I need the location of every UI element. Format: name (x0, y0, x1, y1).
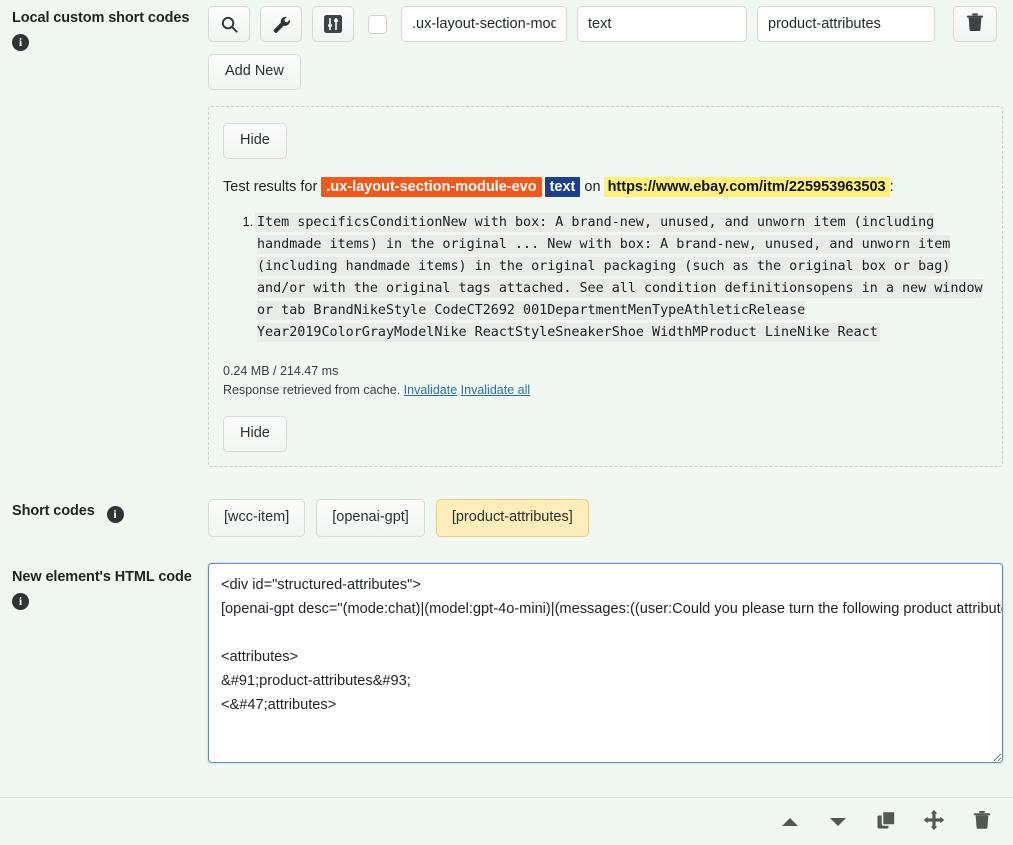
result-item-text: Item specificsConditionNew with box: A b… (257, 215, 983, 341)
size-and-time: 0.24 MB / 214.47 ms (223, 364, 339, 379)
test-results-on: on (584, 178, 601, 195)
test-results-colon: : (889, 178, 894, 195)
html-code-content (208, 563, 1013, 766)
short-code-openai-gpt[interactable]: [openai-gpt] (316, 499, 425, 538)
cache-line: Response retrieved from cache. Invalidat… (223, 381, 988, 400)
short-codes-label: Short codes (12, 503, 95, 520)
sliders-icon-button[interactable] (312, 6, 354, 42)
hide-results-top-button[interactable]: Hide (223, 122, 287, 159)
test-results-prefix: Test results for (223, 178, 318, 195)
caret-up-icon (782, 817, 798, 826)
sliders-icon (322, 13, 344, 35)
test-results-list: Item specificsConditionNew with box: A b… (223, 211, 988, 344)
local-short-codes-row: Local custom short codes i .ux-layout-se… (0, 0, 1013, 468)
enable-checkbox[interactable] (368, 14, 387, 34)
move-up-button[interactable] (777, 809, 803, 835)
short-codes-list: [wcc-item] [openai-gpt] [product-attribu… (208, 493, 1003, 538)
invalidate-all-link[interactable]: Invalidate all (461, 383, 531, 397)
caret-down-icon (830, 817, 846, 826)
search-icon (220, 15, 239, 34)
results-meta: 0.24 MB / 214.47 ms Response retrieved f… (223, 362, 988, 400)
hide-bottom-wrap: Hide (223, 416, 988, 453)
short-codes-row: Short codes i [wcc-item] [openai-gpt] [p… (0, 493, 1013, 538)
wrench-icon (272, 15, 291, 34)
short-code-product-attributes[interactable]: [product-attributes] (435, 499, 589, 538)
search-icon-button[interactable] (208, 6, 250, 42)
selector-input[interactable] (401, 6, 567, 42)
delete-short-code-button[interactable] (953, 6, 997, 42)
test-results-selector: .ux-layout-section-module-evo (321, 176, 542, 197)
test-results-type-badge: text (544, 176, 581, 197)
info-icon[interactable]: i (12, 34, 29, 52)
html-code-row: New element's HTML code i (0, 563, 1013, 766)
invalidate-link[interactable]: Invalidate (404, 383, 458, 397)
short-code-toolbar (208, 0, 1003, 42)
test-results-title: Test results for .ux-layout-section-modu… (223, 176, 988, 197)
hide-results-bottom-button[interactable]: Hide (223, 416, 287, 453)
trash-icon (966, 13, 984, 35)
html-code-textarea[interactable] (208, 563, 1003, 764)
move-icon (923, 809, 945, 834)
copy-icon (876, 810, 897, 834)
element-actions-toolbar (0, 797, 1013, 845)
duplicate-button[interactable] (873, 809, 899, 835)
add-new-button[interactable]: Add New (208, 54, 301, 90)
info-icon[interactable]: i (106, 506, 124, 524)
test-results-panel: Hide Test results for .ux-layout-section… (208, 105, 1003, 468)
local-short-codes-label-col: Local custom short codes i (0, 0, 208, 52)
info-icon[interactable]: i (12, 593, 29, 611)
trash-icon (973, 810, 991, 833)
test-results-url: https://www.ebay.com/itm/225953963503 (603, 176, 890, 197)
add-new-wrap: Add New (208, 42, 1003, 90)
drag-move-button[interactable] (921, 809, 947, 835)
local-short-codes-content: Add New Hide Test results for .ux-layout… (208, 0, 1013, 468)
short-codes-label-col: Short codes i (0, 493, 208, 524)
move-down-button[interactable] (825, 809, 851, 835)
short-code-wcc-item[interactable]: [wcc-item] (208, 499, 306, 538)
html-code-label-col: New element's HTML code i (0, 563, 208, 611)
html-code-label: New element's HTML code (12, 569, 192, 586)
type-input[interactable] (577, 6, 747, 42)
cache-text: Response retrieved from cache. (223, 383, 401, 398)
short-codes-content: [wcc-item] [openai-gpt] [product-attribu… (208, 493, 1013, 538)
local-short-codes-label: Local custom short codes (12, 10, 190, 26)
list-item: Item specificsConditionNew with box: A b… (257, 211, 988, 344)
wrench-icon-button[interactable] (260, 6, 302, 42)
delete-element-button[interactable] (969, 809, 995, 835)
name-input[interactable] (757, 6, 935, 42)
